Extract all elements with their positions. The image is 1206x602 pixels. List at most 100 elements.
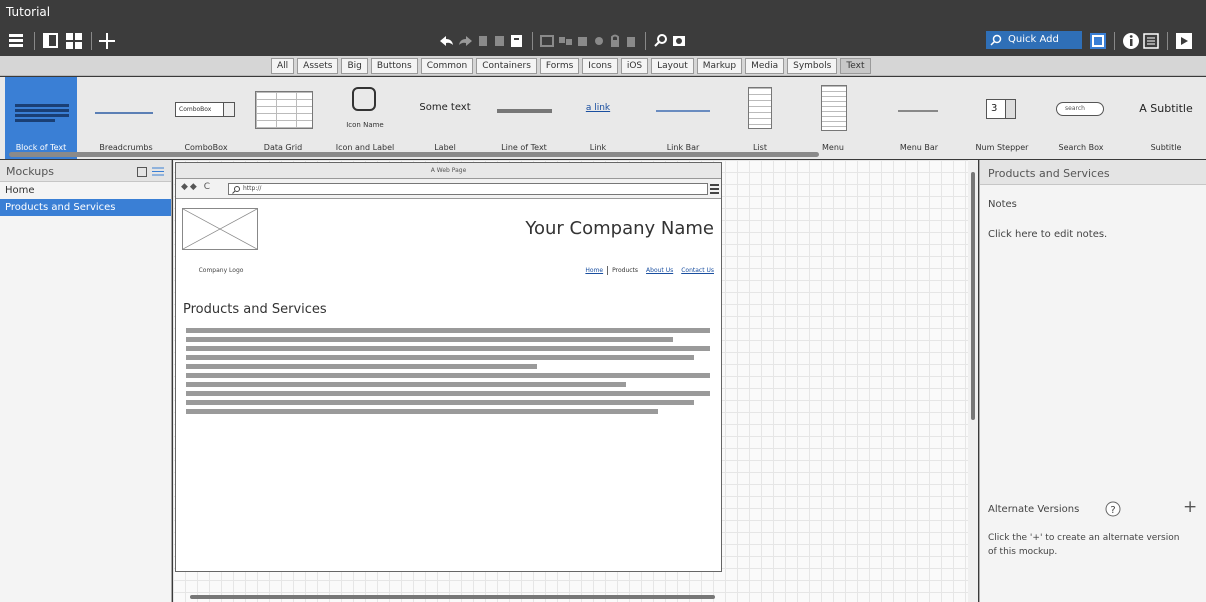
inspector-title: Products and Services: [988, 167, 1110, 180]
ungroup-icon[interactable]: [557, 31, 575, 51]
grid-view-icon[interactable]: [65, 31, 85, 51]
library-tabs: All Assets Big Buttons Common Containers…: [271, 58, 874, 74]
canvas-horizontal-scroll-thumb[interactable]: [190, 595, 715, 599]
component-link[interactable]: a link Link: [568, 77, 628, 159]
url-text: http://: [243, 185, 262, 192]
tab-icons[interactable]: Icons: [582, 58, 618, 74]
alternate-versions-hint: Click the '+' to create an alternate ver…: [988, 533, 1180, 557]
delete-icon[interactable]: [623, 31, 639, 51]
icon-name-preview: Icon Name: [346, 121, 384, 129]
library-scrollbar-thumb[interactable]: [9, 152, 819, 157]
component-link-bar[interactable]: Link Bar: [648, 77, 718, 159]
component-library: Block of Text Breadcrumbs ComboBox Combo…: [0, 77, 1206, 159]
tab-common[interactable]: Common: [420, 58, 474, 74]
tab-text[interactable]: Text: [840, 58, 871, 74]
component-subtitle[interactable]: A Subtitle Subtitle: [1130, 77, 1202, 159]
library-filter-bar: All Assets Big Buttons Common Containers…: [0, 56, 1206, 76]
component-num-stepper[interactable]: 3 Num Stepper: [972, 77, 1032, 159]
browser-nav-bar: ◆◆ C http://: [176, 179, 721, 199]
clipboard-icon[interactable]: [508, 31, 526, 51]
browser-menu-icon: [710, 184, 719, 194]
text-line: [186, 409, 658, 414]
tab-symbols[interactable]: Symbols: [787, 58, 838, 74]
tab-assets[interactable]: Assets: [297, 58, 339, 74]
browser-window-title: A Web Page: [176, 163, 721, 179]
label-preview: Some text: [419, 102, 471, 113]
mockups-title: Mockups: [6, 165, 54, 178]
send-back-icon[interactable]: [591, 31, 607, 51]
redo-icon[interactable]: [456, 31, 476, 51]
component-combobox[interactable]: ComboBox ComboBox: [170, 77, 242, 159]
toolbar-edit-group: [436, 30, 688, 52]
tab-all[interactable]: All: [271, 58, 295, 74]
text-line: [186, 391, 710, 396]
tab-layout[interactable]: Layout: [651, 58, 694, 74]
bring-front-icon[interactable]: [575, 31, 591, 51]
canvas-vertical-scroll-thumb[interactable]: [971, 172, 975, 420]
search-icon[interactable]: [652, 31, 670, 51]
mockups-panel: Mockups Home Products and Services: [0, 160, 172, 602]
component-data-grid[interactable]: Data Grid: [248, 77, 318, 159]
toolbar-right-group: [1088, 30, 1194, 52]
add-mockup-icon[interactable]: [98, 31, 118, 51]
component-menu[interactable]: Menu: [800, 77, 866, 159]
text-line: [186, 382, 627, 387]
text-line: [186, 346, 710, 351]
text-line: [186, 337, 674, 342]
browser-window-mockup[interactable]: A Web Page ◆◆ C http:// Company Logo You…: [175, 162, 722, 572]
quick-add-field[interactable]: Quick Add: [986, 31, 1082, 49]
paste-icon[interactable]: [492, 31, 508, 51]
toolbar-left-group: [8, 30, 118, 52]
add-alternate-version-button[interactable]: +: [1183, 497, 1197, 517]
lock-icon[interactable]: [607, 31, 623, 51]
link-preview: a link: [585, 103, 611, 113]
tab-forms[interactable]: Forms: [539, 58, 580, 74]
component-list[interactable]: List: [734, 77, 786, 159]
alternate-versions-label: Alternate Versions: [988, 504, 1080, 515]
single-view-icon[interactable]: [41, 31, 61, 51]
thumbnail-view-icon[interactable]: [137, 167, 147, 177]
info-icon[interactable]: [1121, 31, 1141, 51]
component-menu-bar[interactable]: Menu Bar: [884, 77, 954, 159]
group-icon[interactable]: [539, 31, 557, 51]
nav-link-about: About Us: [646, 267, 674, 274]
tab-ios[interactable]: iOS: [620, 58, 649, 74]
toolbar-separator: [91, 32, 92, 50]
hamburger-menu-icon[interactable]: [8, 31, 28, 51]
logo-caption: Company Logo: [198, 267, 244, 274]
tab-media[interactable]: Media: [745, 58, 785, 74]
toolbar-separator: [645, 32, 646, 50]
tab-big[interactable]: Big: [341, 58, 368, 74]
company-name: Your Company Name: [525, 218, 714, 239]
mockup-item-products-and-services[interactable]: Products and Services: [0, 199, 171, 216]
component-block-of-text[interactable]: Block of Text: [5, 77, 77, 159]
component-line-of-text[interactable]: Line of Text: [490, 77, 558, 159]
list-view-icon[interactable]: [152, 166, 164, 177]
search-box-preview: search: [1056, 102, 1104, 116]
notes-editor[interactable]: Click here to edit notes.: [988, 229, 1107, 240]
company-logo-placeholder: [182, 208, 258, 250]
tab-containers[interactable]: Containers: [476, 58, 537, 74]
tab-markup[interactable]: Markup: [696, 58, 743, 74]
toolbar-separator: [1114, 32, 1115, 50]
inspector-header: Products and Services: [980, 160, 1206, 185]
component-icon-and-label[interactable]: Icon Name Icon and Label: [326, 77, 404, 159]
text-line: [186, 400, 695, 405]
undo-icon[interactable]: [436, 31, 456, 51]
properties-icon[interactable]: [1141, 31, 1161, 51]
help-icon[interactable]: ?: [1105, 501, 1121, 517]
component-breadcrumbs[interactable]: Breadcrumbs: [88, 77, 164, 159]
quick-add-placeholder: Quick Add: [1008, 34, 1059, 45]
presentation-icon[interactable]: [1174, 31, 1194, 51]
image-icon[interactable]: [670, 31, 688, 51]
component-search-box[interactable]: search Search Box: [1046, 77, 1116, 159]
site-navigation: Home Products About Us Contact Us: [577, 266, 714, 275]
mockups-header: Mockups: [0, 160, 171, 182]
mockup-item-home[interactable]: Home: [0, 182, 171, 199]
component-label[interactable]: Some text Label: [412, 77, 478, 159]
tab-buttons[interactable]: Buttons: [370, 58, 418, 74]
url-search-icon: [232, 186, 240, 194]
fullscreen-icon[interactable]: [1088, 31, 1108, 51]
copy-icon[interactable]: [476, 31, 492, 51]
quick-add-search-icon: [990, 34, 1002, 46]
